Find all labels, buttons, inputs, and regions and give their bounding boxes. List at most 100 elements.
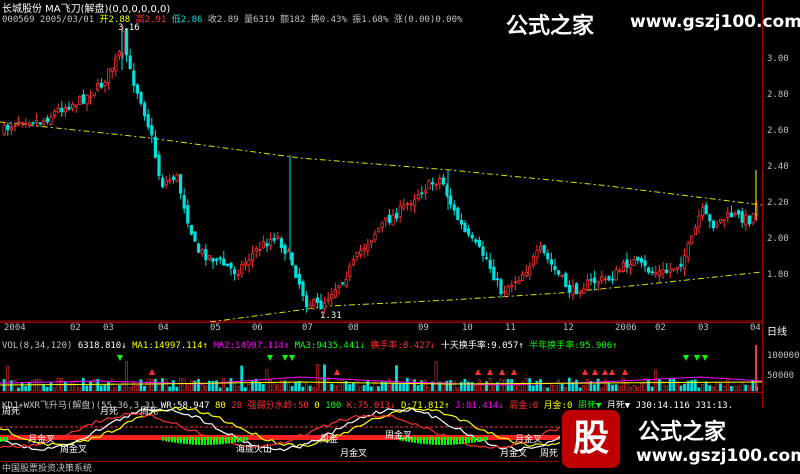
volume-bar xyxy=(704,381,708,392)
candle-body xyxy=(524,271,528,276)
volume-bar xyxy=(326,379,330,392)
volume-bar xyxy=(582,385,586,392)
volume-bar xyxy=(697,387,701,392)
volume-bar xyxy=(53,387,56,392)
volume-bar xyxy=(607,383,611,392)
candle-body xyxy=(751,213,755,223)
volume-bar xyxy=(423,379,427,392)
candle-body xyxy=(542,244,546,253)
price-panel[interactable] xyxy=(0,10,762,323)
volume-bar xyxy=(535,380,539,392)
volume-bar xyxy=(247,383,251,392)
volume-bar xyxy=(222,377,226,392)
candle-body xyxy=(384,217,388,221)
signal-bar xyxy=(195,437,197,445)
candle-body xyxy=(553,265,557,271)
signal-label: 周金叉 xyxy=(385,431,413,441)
candle-body xyxy=(225,263,229,267)
signal-bar xyxy=(420,437,422,444)
candle-body xyxy=(474,239,478,243)
volume-bar xyxy=(24,386,28,392)
sell-arrow-icon xyxy=(475,369,481,375)
candle-body xyxy=(49,116,53,125)
signal-bar xyxy=(231,437,233,443)
volume-bar xyxy=(243,387,247,392)
volume-bar xyxy=(600,387,604,392)
candle-body xyxy=(81,94,85,104)
candle-body xyxy=(13,125,17,127)
sell-arrow-icon xyxy=(487,369,493,375)
candle-body xyxy=(337,284,341,288)
volume-bar xyxy=(549,384,553,392)
price-tick: 1.80 xyxy=(767,270,789,280)
signal-bar xyxy=(198,437,200,445)
sell-arrow-icon xyxy=(622,369,628,375)
candle-body xyxy=(528,266,532,276)
time-tick: 2006 xyxy=(615,323,637,333)
candle-body xyxy=(513,281,518,284)
candle-body xyxy=(578,291,582,295)
candle-body xyxy=(585,279,590,291)
volume-bar xyxy=(733,385,737,392)
candle-body xyxy=(247,259,251,266)
volume-bar xyxy=(236,386,240,392)
sell-arrow-icon xyxy=(499,369,505,375)
candle-body xyxy=(726,212,730,218)
sell-arrow-icon xyxy=(334,369,340,375)
candle-body xyxy=(204,249,208,261)
time-tick: 04 xyxy=(750,323,761,333)
volume-bar xyxy=(355,379,359,392)
candle-body xyxy=(189,225,193,235)
candle-body xyxy=(629,264,633,269)
volume-bar xyxy=(193,380,197,392)
candle-body xyxy=(402,204,406,209)
candle-body xyxy=(549,259,554,265)
candle-body xyxy=(268,239,273,247)
buy-arrow-icon xyxy=(683,355,689,361)
signal-bar xyxy=(171,437,173,443)
volume-bar xyxy=(402,383,406,392)
trend-line-upper xyxy=(0,121,762,206)
candle-body xyxy=(737,210,741,215)
signal-bar xyxy=(162,437,164,441)
signal-bar xyxy=(456,437,458,445)
time-tick: 10 xyxy=(462,323,473,333)
candle-body xyxy=(420,192,424,195)
signal-bar xyxy=(222,437,224,445)
volume-bar xyxy=(319,379,323,392)
volume-bar xyxy=(647,378,650,392)
volume-bar xyxy=(362,385,366,392)
period-label[interactable]: 日线 xyxy=(767,323,787,338)
candle-body xyxy=(463,222,467,232)
time-tick: 03 xyxy=(103,323,114,333)
signal-bar xyxy=(243,437,245,442)
candle-body xyxy=(297,274,302,285)
candle-body xyxy=(672,268,676,271)
volume-bar xyxy=(657,379,661,392)
candle-body xyxy=(539,246,543,250)
volume-bar xyxy=(78,387,82,392)
candle-body xyxy=(650,271,654,274)
sell-arrow-icon xyxy=(582,369,588,375)
candle-body xyxy=(160,177,165,188)
signal-bar xyxy=(444,437,446,445)
volume-bar xyxy=(13,380,17,392)
volume-bar xyxy=(434,361,438,392)
candle-body xyxy=(711,220,716,229)
signal-label: 周金叉 xyxy=(60,445,88,455)
candle-body xyxy=(74,104,78,107)
volume-bar xyxy=(85,385,89,392)
volume-bar xyxy=(560,383,564,392)
volume-bar xyxy=(135,385,139,392)
signal-bar xyxy=(180,437,182,444)
volume-bar xyxy=(6,366,10,392)
candle-body xyxy=(733,212,737,216)
volume-panel[interactable] xyxy=(0,337,762,393)
time-tick: 11 xyxy=(505,323,516,333)
candle-body xyxy=(132,70,136,86)
volume-bar xyxy=(258,382,262,392)
signal-bar xyxy=(174,437,176,443)
candle-body xyxy=(744,214,748,226)
candle-body xyxy=(722,219,726,222)
volume-bar xyxy=(449,380,452,392)
